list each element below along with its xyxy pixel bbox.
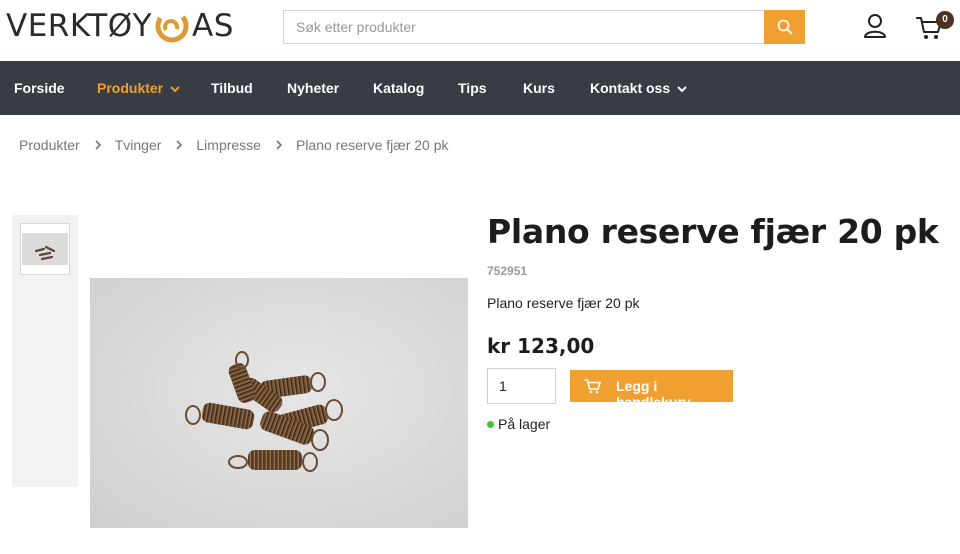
thumbnail-image bbox=[22, 233, 68, 265]
chevron-right-icon bbox=[276, 140, 282, 150]
nav-item-kurs[interactable]: Kurs bbox=[523, 61, 555, 115]
product-title: Plano reserve fjær 20 pk bbox=[487, 212, 939, 251]
cart-count-badge: 0 bbox=[936, 11, 954, 29]
quantity-field bbox=[487, 368, 556, 404]
springs-photo bbox=[185, 351, 343, 472]
breadcrumb-link-limpresse[interactable]: Limpresse bbox=[196, 137, 261, 153]
quantity-input[interactable] bbox=[488, 369, 555, 403]
cart-button[interactable]: 0 bbox=[916, 11, 954, 41]
nav-item-tilbud[interactable]: Tilbud bbox=[211, 61, 253, 115]
logo-text-right: AS bbox=[192, 8, 234, 44]
product-main-image[interactable] bbox=[90, 278, 468, 528]
user-icon bbox=[864, 14, 886, 38]
breadcrumb: Produkter Tvinger Limpresse Plano reserv… bbox=[19, 136, 449, 154]
nav-item-kontakt-oss[interactable]: Kontakt oss bbox=[590, 61, 687, 115]
nav-item-produkter[interactable]: Produkter bbox=[97, 61, 180, 115]
in-stock-dot-icon bbox=[487, 420, 494, 428]
nav-item-forside[interactable]: Forside bbox=[14, 61, 65, 115]
nav-item-label: Produkter bbox=[97, 80, 164, 96]
breadcrumb-link-produkter[interactable]: Produkter bbox=[19, 137, 80, 153]
stock-status-label: På lager bbox=[498, 416, 551, 432]
chevron-right-icon bbox=[95, 140, 101, 150]
add-to-cart-label: Legg i handlekurv bbox=[616, 378, 691, 410]
search-icon bbox=[777, 19, 792, 35]
product-thumbnail[interactable] bbox=[20, 223, 70, 275]
search-input[interactable] bbox=[284, 11, 764, 43]
cart-icon bbox=[584, 379, 601, 394]
site-logo[interactable]: VERKTØY AS bbox=[6, 8, 234, 44]
product-sku: 752951 bbox=[487, 264, 528, 278]
chevron-right-icon bbox=[176, 140, 183, 150]
breadcrumb-link-tvinger[interactable]: Tvinger bbox=[115, 137, 162, 153]
logo-swirl-icon bbox=[155, 9, 189, 43]
chevron-down-icon bbox=[170, 86, 180, 93]
breadcrumb-current: Plano reserve fjær 20 pk bbox=[295, 137, 449, 153]
search-bar bbox=[283, 10, 805, 44]
nav-item-tips[interactable]: Tips bbox=[458, 61, 487, 115]
stock-status: På lager bbox=[487, 416, 550, 432]
main-navigation: Forside Produkter Tilbud Nyheter Katalog… bbox=[0, 61, 960, 115]
product-short-description: Plano reserve fjær 20 pk bbox=[487, 295, 640, 311]
add-to-cart-button[interactable]: Legg i handlekurv bbox=[570, 370, 733, 410]
nav-item-nyheter[interactable]: Nyheter bbox=[287, 61, 339, 115]
chevron-down-icon bbox=[677, 86, 687, 93]
logo-text-left: VERKTØY bbox=[6, 8, 153, 44]
nav-item-label: Kontakt oss bbox=[590, 80, 671, 96]
search-button[interactable] bbox=[764, 10, 805, 44]
thumbnail-strip bbox=[12, 215, 78, 487]
nav-item-katalog[interactable]: Katalog bbox=[373, 61, 424, 115]
account-button[interactable] bbox=[862, 13, 888, 39]
product-price: kr 123,00 bbox=[487, 334, 595, 358]
site-header: VERKTØY AS 0 bbox=[0, 0, 960, 61]
